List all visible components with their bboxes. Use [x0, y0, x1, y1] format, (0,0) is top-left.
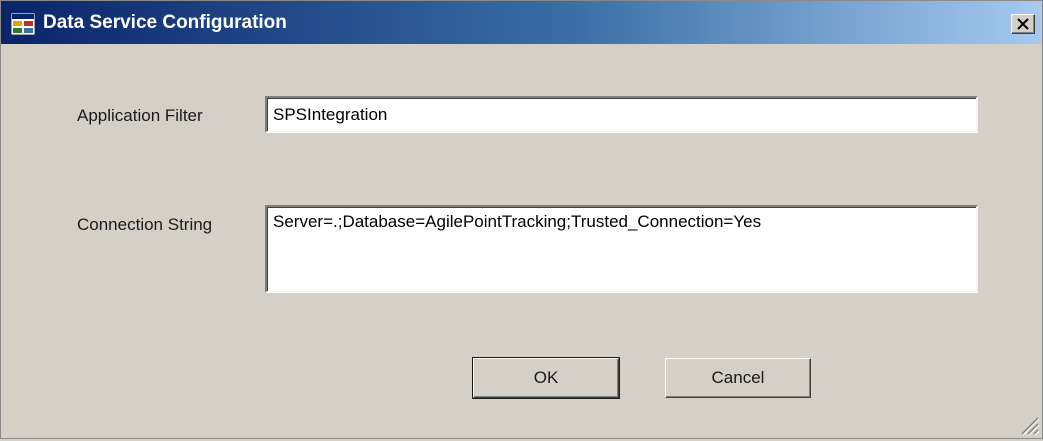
- application-filter-input[interactable]: [265, 96, 978, 133]
- connection-string-label: Connection String: [77, 215, 213, 234]
- close-icon: [1017, 18, 1029, 30]
- application-filter-label: Application Filter: [77, 106, 203, 125]
- window-title: Data Service Configuration: [43, 12, 287, 33]
- title-bar[interactable]: Data Service Configuration: [1, 1, 1042, 44]
- ok-button[interactable]: OK: [472, 357, 620, 399]
- connection-string-input[interactable]: Server=.;Database=AgilePointTracking;Tru…: [265, 205, 978, 293]
- resize-grip-icon[interactable]: [1016, 412, 1040, 436]
- dialog-window: Data Service Configuration Application F…: [0, 0, 1043, 439]
- close-button[interactable]: [1011, 14, 1035, 34]
- cancel-button[interactable]: Cancel: [665, 358, 811, 398]
- application-icon: [10, 12, 36, 36]
